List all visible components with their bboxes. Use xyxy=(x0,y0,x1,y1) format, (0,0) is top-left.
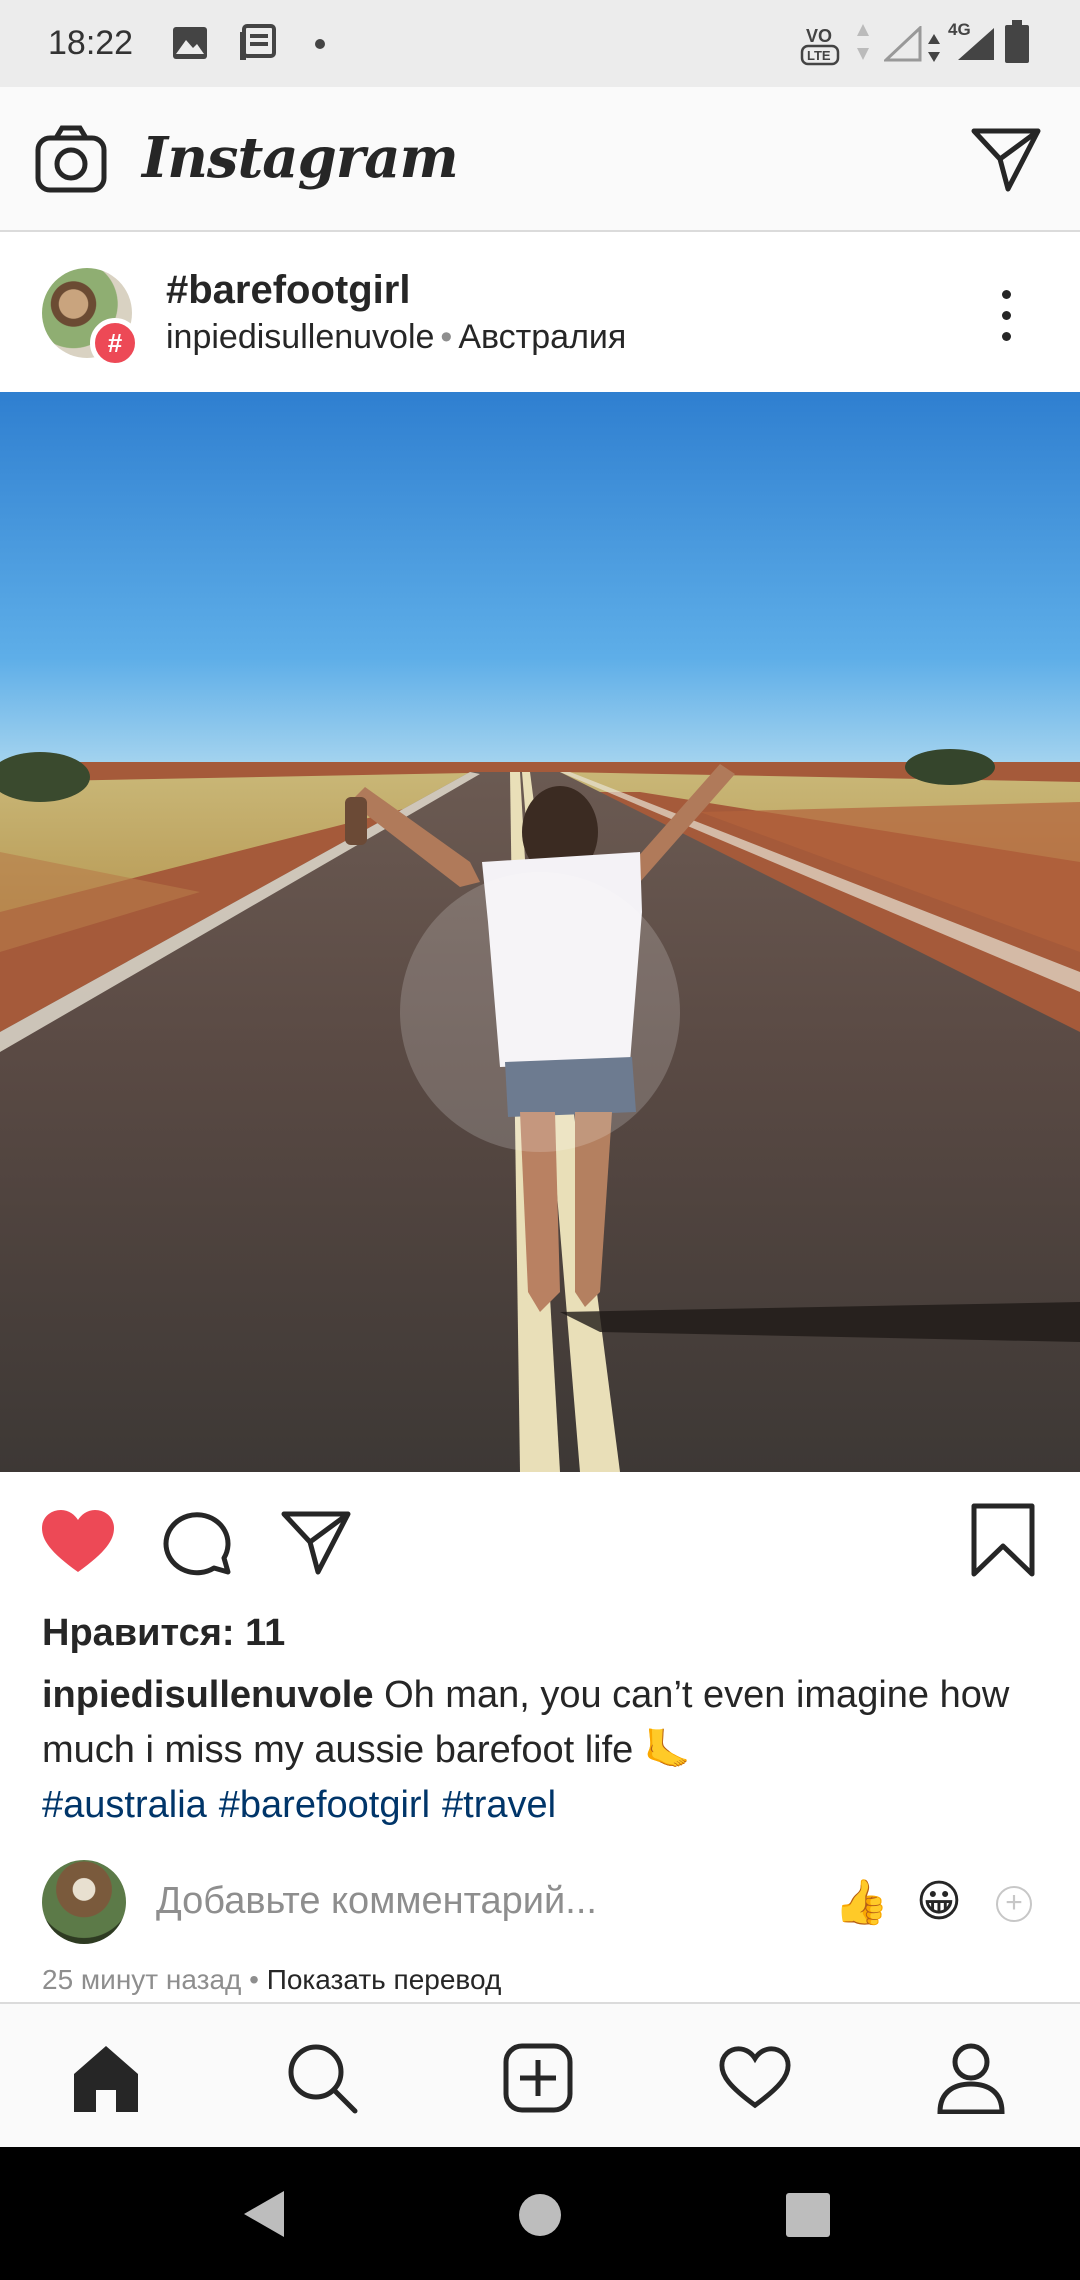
system-nav-bar xyxy=(0,2147,1080,2280)
battery-icon xyxy=(1005,20,1029,63)
more-options-icon[interactable] xyxy=(996,290,1016,350)
separator-dot: • xyxy=(440,318,453,356)
camera-icon[interactable] xyxy=(34,124,108,194)
back-icon[interactable] xyxy=(244,2191,284,2237)
thumbs-up-emoji-button[interactable]: 👍 xyxy=(834,1876,889,1928)
status-bar: 18:22 VO LTE 4G xyxy=(0,0,1080,87)
bottom-nav xyxy=(0,2002,1080,2147)
my-avatar xyxy=(42,1860,126,1944)
post-location[interactable]: Австралия xyxy=(458,318,626,356)
post-actions xyxy=(0,1472,1080,1602)
signal-arrows-icon xyxy=(857,24,869,60)
svg-text:LTE: LTE xyxy=(807,48,831,63)
hashtag-link[interactable]: #australia xyxy=(42,1784,207,1826)
post-meta: 25 минут назад • Показать перевод xyxy=(42,1964,501,1996)
comment-row: Добавьте комментарий... 👍 😀 + xyxy=(0,1858,1080,1948)
image-icon xyxy=(173,27,207,59)
post-header: # #barefootgirl inpiedisullenuvole • Австр… xyxy=(0,232,1080,392)
add-post-icon[interactable] xyxy=(502,2042,574,2114)
separator-dot: • xyxy=(249,1964,259,1995)
comment-input[interactable]: Добавьте комментарий... xyxy=(156,1880,597,1923)
likes-count[interactable]: Нравится: 11 xyxy=(42,1612,285,1655)
see-translation-link[interactable]: Показать перевод xyxy=(267,1964,502,1995)
data-arrows-icon xyxy=(928,34,940,62)
photo-image xyxy=(0,392,1080,1472)
app-header: Instagram xyxy=(0,87,1080,232)
signal-strength-icon xyxy=(958,28,994,60)
grinning-emoji-button[interactable]: 😀 xyxy=(916,1876,962,1927)
post-caption: inpiedisullenuvole Oh man, you can’t eve… xyxy=(42,1668,1042,1833)
home-circle-icon[interactable] xyxy=(518,2193,562,2237)
post-subline: inpiedisullenuvole • Австралия xyxy=(166,318,626,357)
news-icon xyxy=(240,24,276,60)
post-photo[interactable] xyxy=(0,392,1080,1472)
activity-heart-icon[interactable] xyxy=(718,2042,792,2112)
caption-username[interactable]: inpiedisullenuvole xyxy=(42,1674,374,1716)
like-heart-icon[interactable] xyxy=(40,1508,116,1574)
add-emoji-icon[interactable]: + xyxy=(996,1886,1032,1922)
profile-icon[interactable] xyxy=(936,2042,1006,2114)
hashtag-badge-icon: # xyxy=(90,318,140,368)
hashtag-list: #australia #barefootgirl #travel xyxy=(42,1778,1042,1833)
share-icon[interactable] xyxy=(280,1508,352,1576)
hashtag-link[interactable]: #travel xyxy=(442,1784,556,1826)
hashtag-avatar[interactable]: # xyxy=(42,268,140,368)
home-icon[interactable] xyxy=(70,2042,142,2114)
volte-icon: VO LTE xyxy=(800,26,840,66)
dot-icon xyxy=(315,39,325,49)
direct-message-icon[interactable] xyxy=(970,125,1042,193)
signal-icon xyxy=(884,26,922,62)
hashtag-link[interactable]: #barefootgirl xyxy=(219,1784,430,1826)
bookmark-icon[interactable] xyxy=(970,1502,1036,1578)
recents-icon[interactable] xyxy=(786,2193,830,2237)
status-time: 18:22 xyxy=(48,24,134,62)
instagram-logo: Instagram xyxy=(142,125,459,191)
post-username[interactable]: inpiedisullenuvole xyxy=(166,318,434,356)
post-time: 25 минут назад xyxy=(42,1964,242,1995)
search-icon[interactable] xyxy=(286,2042,358,2114)
svg-text:VO: VO xyxy=(806,26,832,46)
comment-icon[interactable] xyxy=(162,1508,234,1576)
post-hashtag-title[interactable]: #barefootgirl xyxy=(166,268,410,313)
